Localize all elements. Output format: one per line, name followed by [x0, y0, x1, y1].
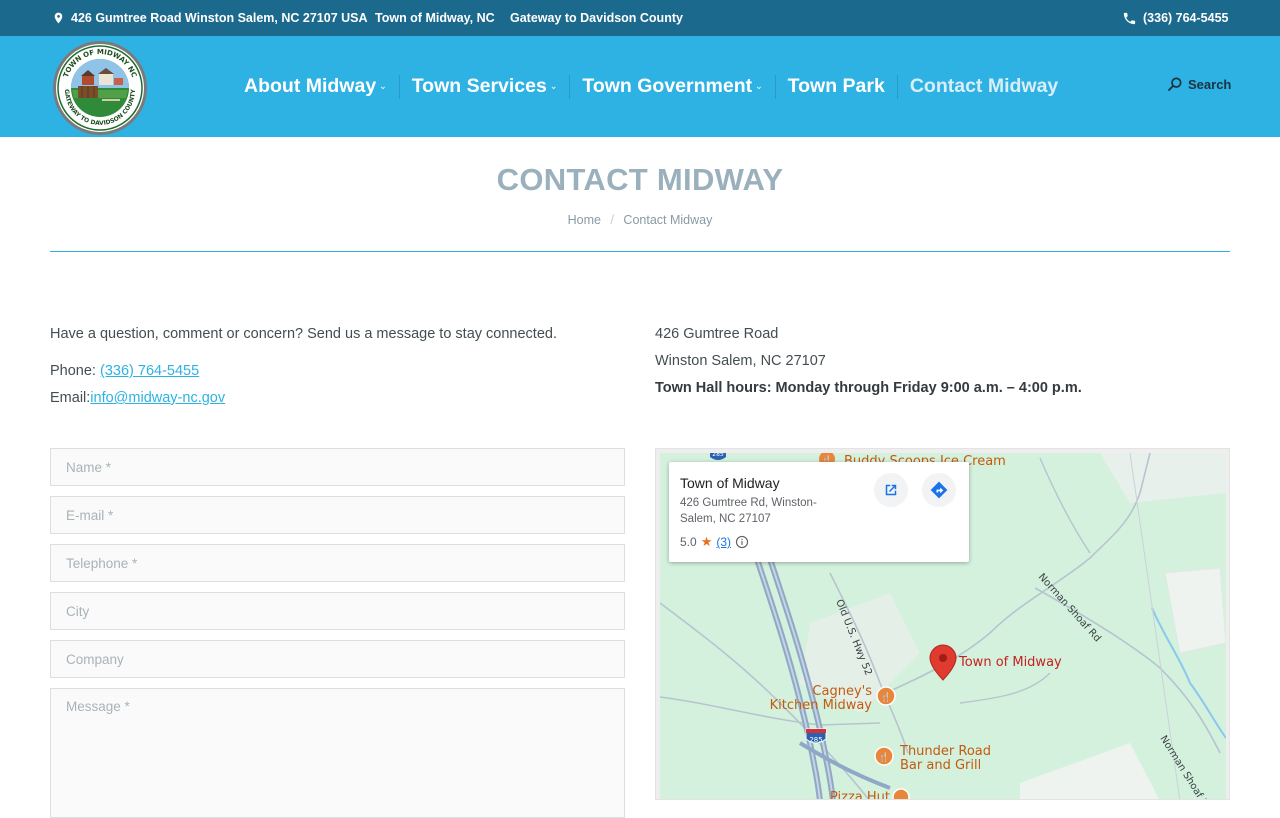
breadcrumb: Home / Contact Midway [0, 213, 1280, 227]
place-rating: 5.0 ★ (3) [680, 534, 749, 550]
place-address: 426 Gumtree Rd, Winston-Salem, NC 27107 [680, 497, 817, 525]
breadcrumb-separator: / [610, 213, 614, 227]
breadcrumb-current: Contact Midway [623, 213, 713, 227]
restaurant-pin-icon[interactable]: 🍴 [876, 686, 896, 706]
nav-about-midway-label[interactable]: About Midway [244, 75, 376, 98]
nav-town-government[interactable]: Town Government ⌄ [570, 75, 774, 98]
email-field[interactable]: E-mail * [50, 496, 625, 534]
nav-about-midway[interactable]: About Midway ⌄ [232, 75, 399, 98]
nav-contact-midway-label[interactable]: Contact Midway [910, 75, 1058, 98]
contact-intro: Have a question, comment or concern? Sen… [50, 326, 557, 342]
svg-text:Town of Midway: Town of Midway [958, 655, 1062, 670]
name-field[interactable]: Name * [50, 448, 625, 486]
review-count-link[interactable]: (3) [716, 535, 731, 549]
search-label[interactable]: Search [1188, 77, 1231, 92]
address-line-1: 426 Gumtree Road [655, 326, 779, 342]
svg-text:Thunder Road: Thunder Road [899, 744, 991, 759]
main-nav: About Midway ⌄ Town Services ⌄ Town Gove… [232, 36, 1070, 137]
site-header: TOWN OF MIDWAY NC GATEWAY TO DAVIDSON CO… [0, 36, 1280, 137]
star-icon: ★ [700, 534, 713, 549]
nav-town-park-label[interactable]: Town Park [788, 75, 885, 98]
breadcrumb-home[interactable]: Home [568, 213, 601, 227]
restaurant-pin-icon[interactable] [892, 788, 910, 800]
address-line-2: Winston Salem, NC 27107 [655, 353, 826, 369]
email-label: Email: [50, 390, 91, 406]
phone-icon [1123, 12, 1136, 24]
chevron-down-icon: ⌄ [549, 81, 558, 91]
place-title: Town of Midway [680, 475, 780, 491]
chevron-down-icon: ⌄ [755, 81, 763, 91]
topbar-phone[interactable]: (336) 764-5455 [1122, 0, 1228, 36]
external-link-icon [885, 484, 897, 496]
location-pin-icon [54, 12, 63, 24]
search-button[interactable]: Search [1167, 76, 1231, 92]
chevron-down-icon: ⌄ [379, 81, 387, 91]
nav-town-government-label[interactable]: Town Government [582, 75, 752, 98]
directions-icon [930, 481, 948, 499]
svg-text:Kitchen Midway: Kitchen Midway [770, 698, 873, 713]
nav-town-services-label[interactable]: Town Services [412, 75, 547, 98]
topbar-address: 426 Gumtree Road Winston Salem, NC 27107… [52, 0, 368, 36]
telephone-field[interactable]: Telephone * [50, 544, 625, 582]
svg-text:Bar and Grill: Bar and Grill [900, 758, 981, 773]
town-seal-icon: TOWN OF MIDWAY NC GATEWAY TO DAVIDSON CO… [53, 41, 147, 135]
top-bar: 426 Gumtree Road Winston Salem, NC 27107… [0, 0, 1280, 36]
open-in-maps-button[interactable] [874, 473, 908, 507]
message-field[interactable]: Message * [50, 688, 625, 818]
phone-link[interactable]: (336) 764-5455 [100, 363, 199, 379]
restaurant-pin-icon[interactable]: 🍴 [874, 746, 894, 766]
contact-email-line: Email:info@midway-nc.gov [50, 390, 225, 406]
svg-text:🍴: 🍴 [878, 751, 889, 763]
svg-text:Pizza Hut: Pizza Hut [830, 790, 890, 800]
svg-text:🍴: 🍴 [880, 691, 891, 703]
nav-town-services[interactable]: Town Services ⌄ [400, 75, 570, 98]
map-place-card: Town of Midway 426 Gumtree Rd, Winston-S… [669, 462, 969, 562]
search-icon [1168, 77, 1182, 91]
phone-label: Phone: [50, 363, 100, 379]
topbar-tagline-text: Gateway to Davidson County [510, 11, 683, 25]
svg-text:Cagney's: Cagney's [812, 684, 872, 699]
svg-text:285: 285 [809, 736, 822, 744]
topbar-town: Town of Midway, NC [375, 0, 495, 36]
topbar-phone-text[interactable]: (336) 764-5455 [1143, 11, 1228, 25]
email-link[interactable]: info@midway-nc.gov [90, 390, 225, 406]
company-field[interactable]: Company [50, 640, 625, 678]
page-title: CONTACT MIDWAY [496, 162, 784, 197]
town-logo[interactable]: TOWN OF MIDWAY NC GATEWAY TO DAVIDSON CO… [52, 40, 148, 136]
contact-phone-line: Phone: (336) 764-5455 [50, 363, 199, 379]
directions-button[interactable] [922, 473, 956, 507]
town-hall-hours: Town Hall hours: Monday through Friday 9… [655, 380, 1082, 396]
title-divider [50, 251, 1230, 252]
info-icon[interactable] [735, 535, 749, 549]
svg-text:285: 285 [712, 453, 724, 458]
rating-value: 5.0 [680, 535, 697, 549]
nav-town-park[interactable]: Town Park [776, 75, 897, 98]
topbar-tagline: Gateway to Davidson County [510, 0, 683, 36]
topbar-town-text: Town of Midway, NC [375, 11, 495, 25]
nav-contact-midway[interactable]: Contact Midway [898, 75, 1070, 98]
city-field[interactable]: City [50, 592, 625, 630]
topbar-address-text: 426 Gumtree Road Winston Salem, NC 27107… [71, 11, 368, 25]
